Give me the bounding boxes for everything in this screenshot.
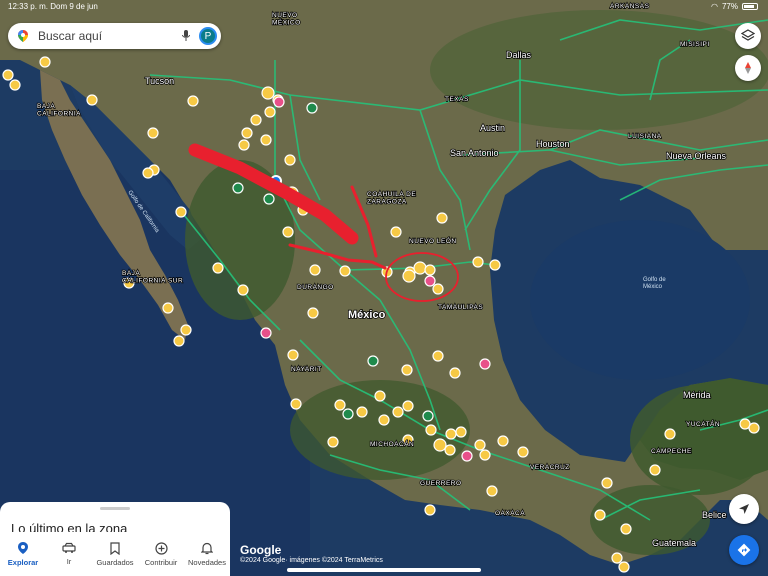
directions-icon [737,543,751,557]
map-attribution: ©2024 Google· imágenes ©2024 TerraMetric… [240,557,383,564]
label-houston: Houston [536,139,570,149]
label-misisipi: MISISIPI [680,41,710,48]
satellite-map[interactable]: NUEVO MÉXICO ARKANSAS MISISIPI Dallas Tuc… [0,0,768,576]
google-logo: Google [240,543,282,557]
layers-button[interactable] [735,23,761,49]
label-merida: Mérida [683,390,711,400]
label-nuevo-mexico: NUEVO MÉXICO [272,12,301,26]
bell-icon [201,542,213,554]
microphone-icon[interactable] [181,29,191,43]
bookmark-icon [110,541,120,555]
tab-guardados[interactable]: Guardados [92,532,138,576]
my-location-button[interactable] [729,494,759,524]
status-time: 12:33 p. m. Dom 9 de jun [8,2,98,11]
battery-percent: 77% [721,2,738,11]
label-dallas: Dallas [506,50,532,60]
label-durango: DURANGO [297,284,334,291]
status-right: ◠ 77% [711,2,758,11]
label-campeche: CAMPECHE [651,448,692,455]
label-mexico: México [348,309,386,321]
search-input[interactable]: Buscar aquí [38,29,181,43]
label-belice: Belice [702,510,727,520]
tab-label: Guardados [96,557,134,567]
label-tamaulipas: TAMAULIPAS [438,304,483,311]
label-michoacan: MICHOACÁN [370,439,414,448]
tab-ir[interactable]: Ir [46,532,92,576]
plus-circle-icon [154,541,168,555]
tab-label: Contribuir [144,557,178,567]
label-nuevo-leon: NUEVO LEÓN [409,236,457,245]
compass-button[interactable] [735,55,761,81]
maps-logo-icon [18,30,28,42]
label-veracruz: VERACRUZ [530,464,570,471]
home-indicator [287,568,481,572]
directions-button[interactable] [729,535,759,565]
label-austin: Austin [480,123,505,133]
label-nayarit: NAYARIT [291,366,322,373]
tab-contribuir[interactable]: Contribuir [138,532,184,576]
layers-icon [741,29,755,41]
bottom-tab-bar: Explorar Ir Guardados Contribuir Novedad… [0,532,230,576]
tab-explorar[interactable]: Explorar [0,532,46,576]
tab-label: Ir [66,557,72,566]
label-yucatan: YUCATÁN [686,419,720,428]
label-guerrero: GUERRERO [420,480,462,487]
tab-label: Explorar [7,558,39,567]
wifi-icon: ◠ [711,2,718,11]
label-san-antonio: San Antonio [450,148,499,158]
label-luisiana: LUISIANA [628,133,662,140]
label-guatemala: Guatemala [652,538,696,548]
tab-novedades[interactable]: Novedades [184,532,230,576]
sheet-drag-handle[interactable] [100,507,130,510]
battery-icon [742,3,758,10]
label-texas: TEXAS [445,96,469,103]
status-bar: 12:33 p. m. Dom 9 de jun ◠ 77% [0,0,768,14]
navigation-arrow-icon [739,504,749,514]
car-icon [62,542,76,553]
compass-icon [745,62,751,74]
search-bar[interactable]: Buscar aquí P [8,23,221,49]
avatar[interactable]: P [199,27,217,45]
label-nueva-orleans: Nueva Orleans [666,151,727,161]
label-oaxaca: OAXACA [495,510,525,517]
label-tucson: Tucson [145,76,174,86]
tab-label: Novedades [188,557,226,567]
pin-icon [18,542,28,554]
